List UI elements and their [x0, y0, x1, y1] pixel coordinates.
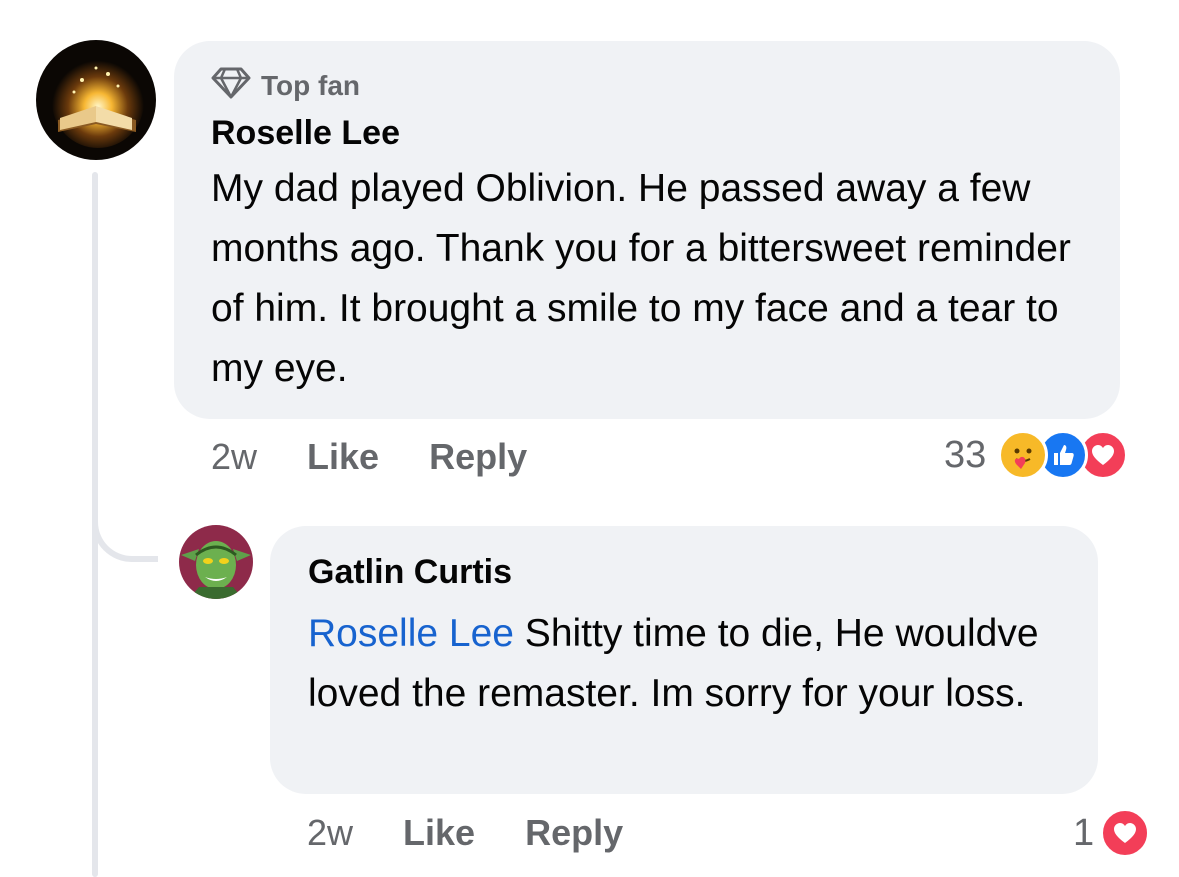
comment-actions: 2w Like Reply — [307, 812, 623, 854]
reaction-count: 1 — [1073, 811, 1095, 854]
reply-connector-line — [92, 500, 158, 562]
like-button[interactable]: Like — [403, 812, 475, 854]
comment-bubble-roselle-lee: Top fan Roselle Lee My dad played Oblivi… — [174, 41, 1120, 419]
author-name[interactable]: Roselle Lee — [211, 113, 1084, 153]
avatar-gatlin-curtis[interactable] — [179, 525, 253, 599]
reply-button[interactable]: Reply — [429, 436, 527, 478]
mention-link[interactable]: Roselle Lee — [308, 612, 514, 655]
comment-text: My dad played Oblivion. He passed away a… — [211, 167, 1071, 390]
avatar-roselle-lee[interactable] — [36, 40, 156, 160]
reactions-summary[interactable]: 1 — [1073, 808, 1151, 858]
diamond-icon — [211, 67, 251, 106]
comment-text: Roselle Lee Shitty time to die, He would… — [308, 604, 1062, 724]
reactions-summary[interactable]: 33 — [944, 430, 1129, 480]
top-fan-label: Top fan — [261, 70, 361, 101]
reply-button[interactable]: Reply — [525, 812, 623, 854]
top-fan-badge: Top fan — [211, 67, 1084, 106]
comment-bubble-gatlin-curtis: Gatlin Curtis Roselle Lee Shitty time to… — [270, 526, 1098, 794]
like-button[interactable]: Like — [307, 436, 379, 478]
reaction-count: 33 — [944, 433, 987, 476]
care-reaction-icon — [998, 430, 1049, 480]
timestamp[interactable]: 2w — [307, 812, 353, 854]
comment-actions: 2w Like Reply — [211, 436, 527, 478]
love-reaction-icon — [1100, 808, 1151, 858]
author-name[interactable]: Gatlin Curtis — [308, 552, 1062, 592]
timestamp[interactable]: 2w — [211, 436, 257, 478]
